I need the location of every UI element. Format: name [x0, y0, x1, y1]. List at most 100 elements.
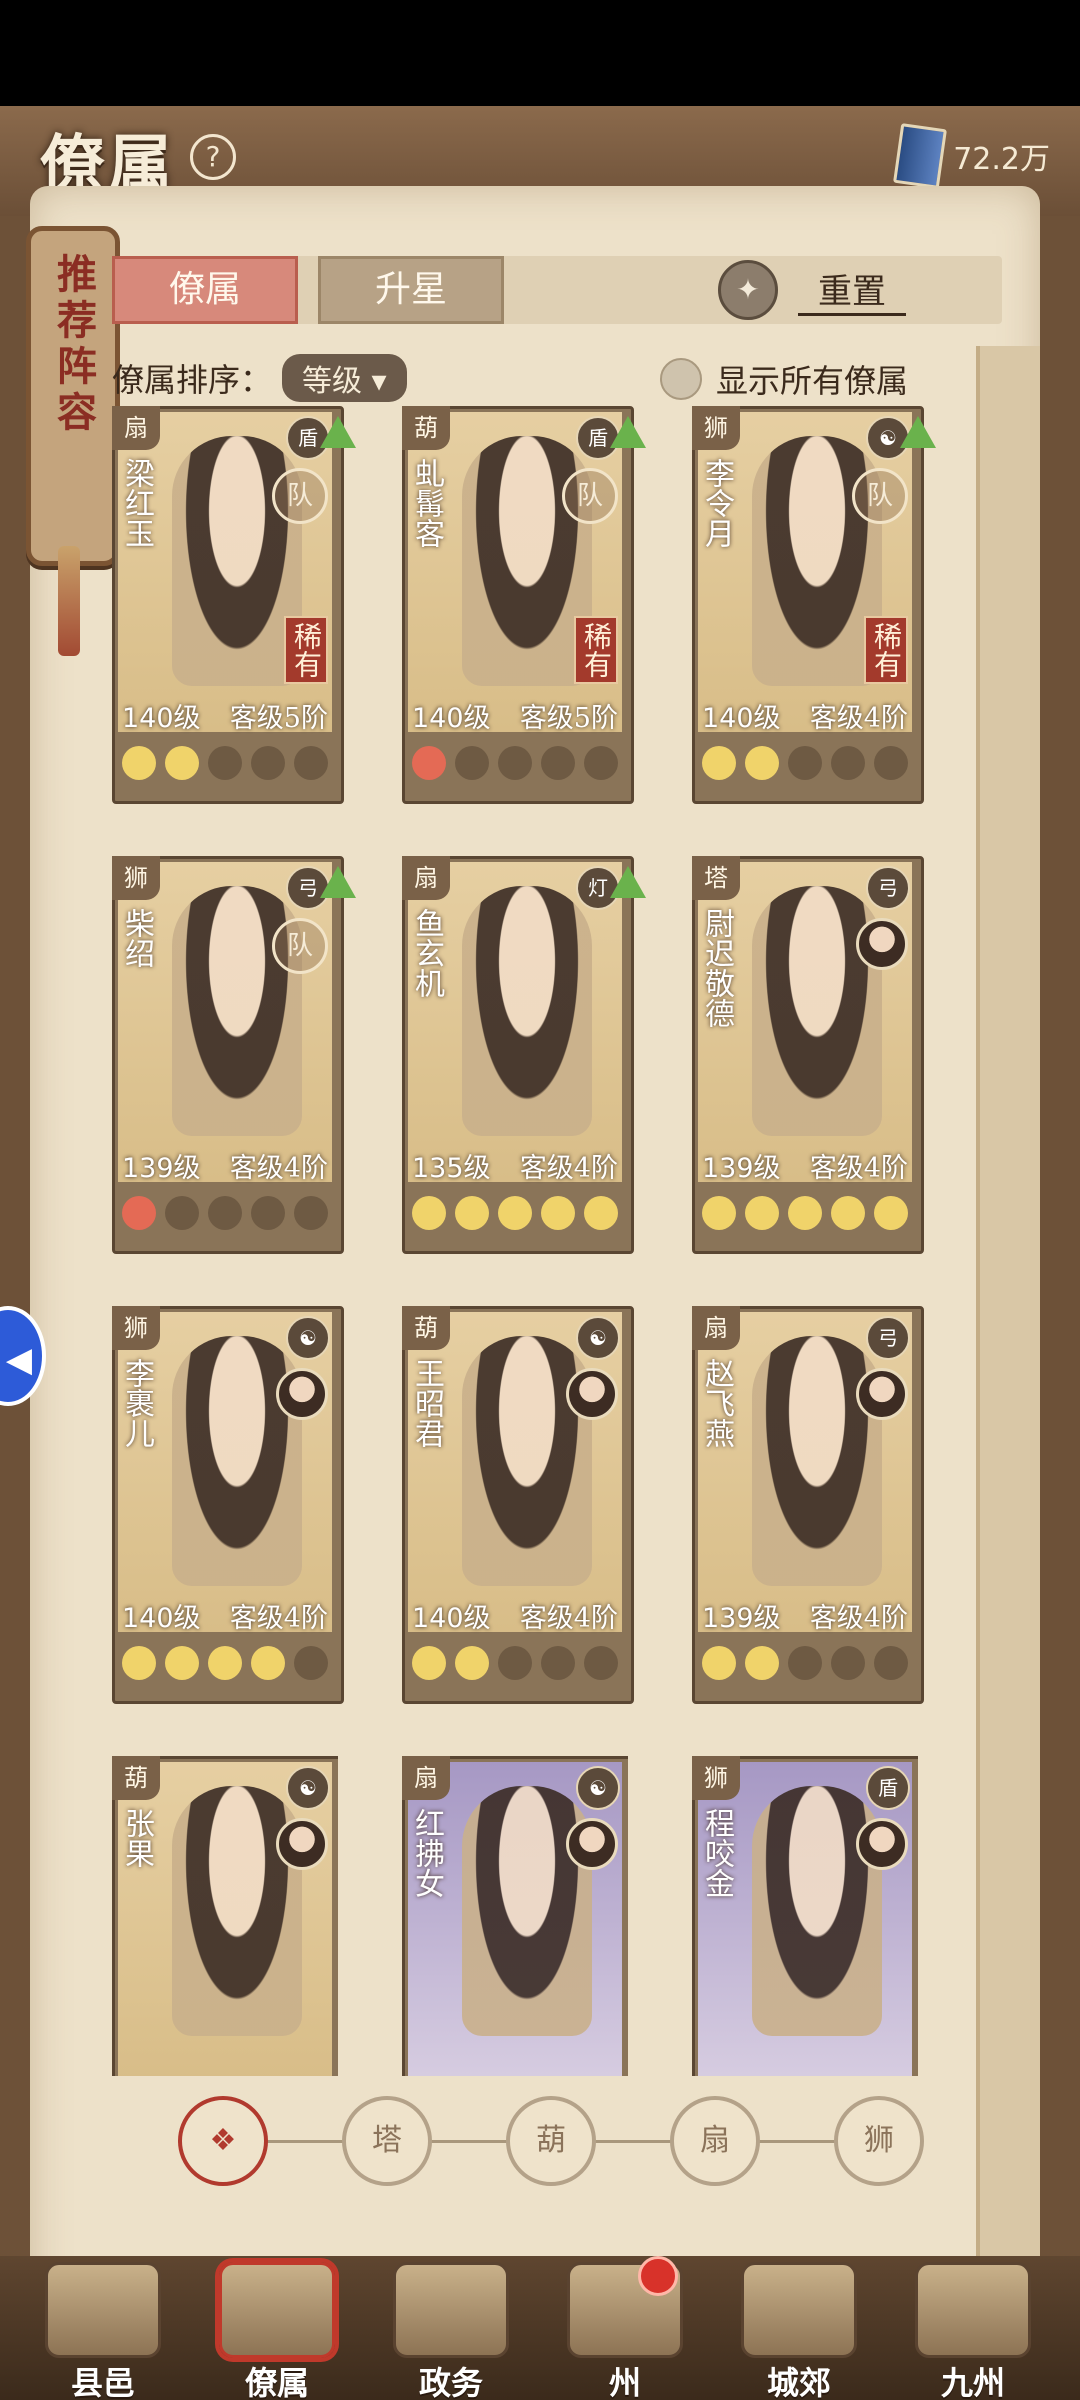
nav-item[interactable]: 州 [550, 2256, 700, 2400]
portrait-art [172, 1786, 302, 2036]
filter-button[interactable]: ❖ [178, 2096, 268, 2186]
retainer-name: 梁红玉 [119, 458, 154, 548]
team-badge: 队 [272, 918, 328, 974]
sort-label: 僚属排序： [112, 361, 273, 399]
star-icon [412, 1646, 446, 1680]
retainer-card[interactable]: 狮 盾程咬金 [692, 1756, 918, 2076]
currency-display[interactable]: 72.2万 [893, 123, 1050, 189]
upgrade-arrow-icon [320, 416, 356, 448]
star-icon [498, 1196, 532, 1230]
tab-retainers[interactable]: 僚属 [112, 256, 298, 324]
tab-star-up[interactable]: 升星 [318, 256, 504, 324]
retainer-card[interactable]: 塔 弓尉迟敬德 139级 客级4阶 [692, 856, 924, 1254]
star-row [702, 746, 908, 780]
retainer-level: 140级 [412, 1603, 491, 1634]
bottom-nav: 县邑 僚属 政务 州 城郊 九州 [0, 2256, 1080, 2400]
filter-button[interactable]: 狮 [834, 2096, 924, 2186]
star-icon [702, 1646, 736, 1680]
retainer-card[interactable]: 扇盾梁红玉队稀有 140级 客级5阶 [112, 406, 356, 804]
retainer-card[interactable]: 狮弓柴绍队 139级 客级4阶 [112, 856, 356, 1254]
tassel-decoration [58, 546, 80, 656]
retainer-name: 红拂女 [409, 1808, 444, 1898]
retainer-level: 140级 [702, 703, 781, 734]
retainer-card[interactable]: 葫 ☯ 王昭君 140级 客级4阶 [402, 1306, 634, 1704]
portrait-art [752, 1336, 882, 1586]
nav-item[interactable]: 九州 [898, 2256, 1048, 2400]
retainer-card[interactable]: 狮 ☯ 李裹儿 140级 客级4阶 [112, 1306, 344, 1704]
nav-icon [915, 2262, 1031, 2358]
retainer-level: 135级 [412, 1153, 491, 1184]
star-icon [702, 746, 736, 780]
star-icon [122, 1196, 156, 1230]
star-icon [788, 1196, 822, 1230]
retainer-grade: 客级4阶 [229, 1603, 328, 1634]
retainer-grade: 客级4阶 [229, 1153, 328, 1184]
skill-icon: 弓 [866, 866, 910, 910]
star-icon [165, 746, 199, 780]
reset-button[interactable]: ✦ 重置 [718, 256, 906, 324]
star-row [122, 1646, 328, 1680]
portrait-art [752, 886, 882, 1136]
retainer-card[interactable]: 扇 ☯ 红拂女 [402, 1756, 628, 2076]
retainer-grade: 客级4阶 [519, 1603, 618, 1634]
partner-avatar [856, 1818, 908, 1870]
star-icon [165, 1196, 199, 1230]
star-row [122, 1196, 328, 1230]
class-icon: 扇 [402, 856, 450, 900]
portrait-art [462, 1336, 592, 1586]
nav-icon [741, 2262, 857, 2358]
team-badge: 队 [272, 468, 328, 524]
sort-dropdown[interactable]: 等级 ▾ [282, 354, 407, 402]
sort-value: 等级 [302, 364, 363, 399]
star-icon [831, 1646, 865, 1680]
star-icon [831, 746, 865, 780]
star-icon [122, 1646, 156, 1680]
help-icon[interactable]: ? [190, 134, 236, 180]
retainer-card[interactable]: 扇 弓赵飞燕 139级 客级4阶 [692, 1306, 924, 1704]
retainer-name: 虬髯客 [409, 458, 444, 548]
star-icon [874, 746, 908, 780]
retainer-level: 139级 [122, 1153, 201, 1184]
retainer-level: 140级 [412, 703, 491, 734]
partner-avatar [276, 1818, 328, 1870]
retainer-level: 139级 [702, 1153, 781, 1184]
star-icon [788, 746, 822, 780]
retainer-card[interactable]: 狮 ☯ 李令月队稀有 140级 客级4阶 [692, 406, 936, 804]
show-all-radio[interactable] [660, 358, 702, 400]
filter-button[interactable]: 塔 [342, 2096, 432, 2186]
retainer-name: 李令月 [699, 458, 734, 548]
partner-avatar [856, 1368, 908, 1420]
nav-item[interactable]: 县邑 [28, 2256, 178, 2400]
retainer-card[interactable]: 葫盾虬髯客队稀有 140级 客级5阶 [402, 406, 646, 804]
class-icon: 狮 [112, 1306, 160, 1350]
star-icon [541, 746, 575, 780]
upgrade-arrow-icon [900, 416, 936, 448]
star-icon [831, 1196, 865, 1230]
star-row [412, 1646, 618, 1680]
recommended-lineup-button[interactable]: 推荐阵容 [26, 226, 120, 566]
star-icon [412, 746, 446, 780]
retainer-grade: 客级4阶 [519, 1153, 618, 1184]
star-row [122, 746, 328, 780]
star-icon [251, 1196, 285, 1230]
portrait-art [752, 1786, 882, 2036]
show-all-toggle[interactable]: 显示所有僚属 [660, 356, 908, 402]
filter-button[interactable]: 葫 [506, 2096, 596, 2186]
nav-label: 州 [608, 2364, 641, 2400]
star-icon [251, 1646, 285, 1680]
class-filter-bar: ❖ 塔葫扇狮 [178, 2096, 924, 2186]
status-bar [0, 0, 1080, 106]
nav-item[interactable]: 城郊 [724, 2256, 874, 2400]
class-icon: 狮 [112, 856, 160, 900]
retainer-card[interactable]: 葫 ☯ 张果 [112, 1756, 338, 2076]
retainer-level: 140级 [122, 1603, 201, 1634]
star-row [702, 1196, 908, 1230]
nav-item[interactable]: 僚属 [202, 2256, 352, 2400]
star-icon [165, 1646, 199, 1680]
rarity-badge: 稀有 [864, 616, 908, 684]
filter-button[interactable]: 扇 [670, 2096, 760, 2186]
class-icon: 扇 [692, 1306, 740, 1350]
retainer-card[interactable]: 扇灯鱼玄机 135级 客级4阶 [402, 856, 646, 1254]
star-row [702, 1646, 908, 1680]
nav-item[interactable]: 政务 [376, 2256, 526, 2400]
